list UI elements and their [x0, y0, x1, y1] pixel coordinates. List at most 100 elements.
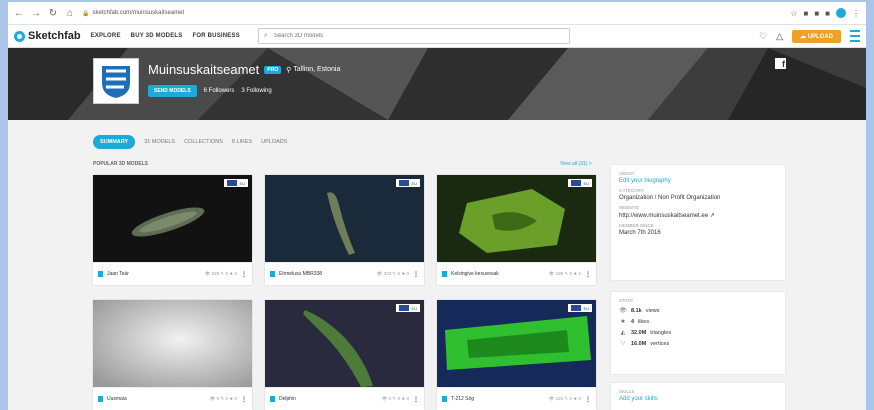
header-actions: ♡ △ ☁ UPLOAD: [759, 29, 860, 43]
model-name[interactable]: Kelsingive kesuvesak: [451, 271, 545, 277]
profile-tabs: SUMMARY 31 MODELS COLLECTIONS 8 LIKES UP…: [93, 135, 287, 149]
member-since-value: March 7th 2016: [619, 230, 661, 236]
tab-models[interactable]: 31 MODELS: [144, 139, 175, 145]
model-card[interactable]: Uusmaia 👁 0 ✎ 0 ★ 0 ⋮: [93, 300, 252, 410]
following-link[interactable]: 3 Following: [241, 88, 271, 94]
model-name[interactable]: Uusmaia: [107, 396, 206, 402]
website-value[interactable]: http://www.muinsuskaitseamet.ee ↗: [619, 212, 777, 219]
vertex-icon: ∵: [621, 341, 625, 347]
upload-button[interactable]: ☁ UPLOAD: [791, 29, 841, 43]
model-card[interactable]: EU Ehmelusu MBR338 👁 323 ✎ 0 ★ 0 ⋮: [265, 175, 424, 285]
eu-logo: EU: [568, 304, 592, 312]
star-icon: ★: [620, 319, 626, 325]
edit-biography-link[interactable]: Edit your biography: [619, 178, 777, 184]
card-footer: Delphin 👁 0 ✎ 0 ★ 0 ⋮: [265, 387, 424, 410]
stats-panel: STATS 👁 8.1k views ★ 4 likes ◭ 32.0M triangles…: [611, 292, 785, 374]
bell-icon[interactable]: △: [776, 31, 783, 42]
follow-button[interactable]: SEND MODELS: [148, 85, 197, 97]
sketchfab-logo[interactable]: Sketchfab: [14, 30, 81, 42]
search-icon: ⌕: [263, 32, 268, 39]
more-icon[interactable]: ⋮: [852, 9, 860, 18]
external-link-icon: ↗: [709, 213, 715, 219]
model-icon: [442, 396, 447, 402]
card-footer: T-212 Sög 👁 122 ✎ 0 ★ 0 ⋮: [437, 387, 596, 410]
stat-views: 👁 8.1k views: [619, 307, 660, 315]
back-icon[interactable]: ←: [14, 8, 24, 19]
view-all-link[interactable]: View all (31) >: [560, 161, 592, 167]
browser-window: ← → ↻ ⌂ 🔒 sketchfab.com/muinsuskaitseame…: [8, 2, 866, 410]
extension-icon[interactable]: ■: [814, 9, 819, 18]
tab-likes[interactable]: 8 LIKES: [232, 139, 252, 145]
more-options-icon[interactable]: ⋮: [241, 396, 247, 403]
profile-name: Muinsuskaitseamet: [148, 62, 260, 77]
model-icon: [98, 271, 103, 277]
model-thumbnail[interactable]: EU: [265, 300, 424, 387]
model-name[interactable]: Jaan Teär: [107, 271, 201, 277]
model-stats: 👁 199 ✎ 0 ★ 1: [548, 271, 581, 276]
extension-icon[interactable]: ■: [825, 9, 830, 18]
more-options-icon[interactable]: ⋮: [585, 271, 591, 278]
model-card[interactable]: EU Jaan Teär 👁 528 ✎ 0 ★ 2 ⋮: [93, 175, 252, 285]
pro-badge: PRO: [264, 65, 282, 74]
search-input[interactable]: [271, 32, 536, 40]
model-card[interactable]: EU T-212 Sög 👁 122 ✎ 0 ★ 0 ⋮: [437, 300, 596, 410]
model-thumbnail[interactable]: EU: [437, 175, 596, 262]
model-thumbnail[interactable]: EU: [93, 175, 252, 262]
tab-summary[interactable]: SUMMARY: [93, 135, 136, 149]
skills-heading: SKILLS: [619, 389, 635, 394]
browser-extensions: ☆ ■ ■ ■ ⋮: [790, 8, 860, 18]
more-options-icon[interactable]: ⋮: [585, 396, 591, 403]
eu-logo: EU: [568, 179, 592, 187]
hamburger-menu-icon[interactable]: [850, 30, 860, 42]
nav-for-business[interactable]: FOR BUSINESS: [193, 33, 240, 39]
category-value: Organization / Non Profit Organization: [619, 195, 721, 201]
profile-banner: Muinsuskaitseamet PRO ⚲ Tallinn, Estonia …: [8, 48, 866, 120]
followers-link[interactable]: 6 Followers: [204, 88, 235, 94]
model-icon: [98, 396, 103, 402]
model-icon: [442, 271, 447, 277]
organization-logo: [93, 58, 139, 104]
model-card[interactable]: EU Kelsingive kesuvesak 👁 199 ✎ 0 ★ 1 ⋮: [437, 175, 596, 285]
model-thumbnail[interactable]: [93, 300, 252, 387]
model-name[interactable]: Delphin: [279, 396, 378, 402]
stat-vertices: ∵ 16.0M vertices: [619, 340, 777, 348]
profile-title: Muinsuskaitseamet PRO ⚲ Tallinn, Estonia: [148, 62, 340, 77]
model-thumbnail[interactable]: EU: [437, 300, 596, 387]
tab-collections[interactable]: COLLECTIONS: [184, 139, 223, 145]
lock-icon: 🔒: [82, 10, 90, 17]
address-bar[interactable]: 🔒 sketchfab.com/muinsuskaitseamet: [82, 10, 783, 17]
about-heading: ABOUT: [619, 171, 635, 176]
nav-explore[interactable]: EXPLORE: [91, 33, 121, 39]
home-icon[interactable]: ⌂: [65, 8, 75, 19]
follow-row: SEND MODELS 6 Followers 3 Following: [148, 85, 272, 97]
section-title: POPULAR 3D MODELS: [93, 161, 149, 167]
about-panel: ABOUT Edit your biography CATEGORY Organ…: [611, 165, 785, 280]
logo-icon: [14, 30, 25, 42]
notifications-icon[interactable]: ♡: [759, 31, 767, 42]
model-name[interactable]: Ehmelusu MBR338: [279, 271, 373, 277]
facebook-icon[interactable]: f: [775, 58, 786, 69]
profile-location: ⚲ Tallinn, Estonia: [286, 66, 341, 74]
extension-icon[interactable]: ■: [803, 9, 808, 18]
reload-icon[interactable]: ↻: [48, 8, 58, 19]
stat-likes: ★ 4 likes: [620, 318, 650, 326]
more-options-icon[interactable]: ⋮: [413, 271, 419, 278]
eu-logo: EU: [396, 179, 420, 187]
triangle-icon: ◭: [620, 330, 626, 336]
model-card[interactable]: EU Delphin 👁 0 ✎ 0 ★ 0 ⋮: [265, 300, 424, 410]
profile-content: SUMMARY 31 MODELS COLLECTIONS 8 LIKES UP…: [8, 125, 866, 410]
forward-icon[interactable]: →: [31, 8, 41, 19]
more-options-icon[interactable]: ⋮: [413, 396, 419, 403]
nav-buy-3d-models[interactable]: BUY 3D MODELS: [131, 33, 183, 39]
tab-uploads[interactable]: UPLOADS: [261, 139, 287, 145]
more-options-icon[interactable]: ⋮: [241, 271, 247, 278]
model-stats: 👁 122 ✎ 0 ★ 0: [548, 396, 581, 401]
profile-avatar[interactable]: [836, 8, 846, 18]
model-name[interactable]: T-212 Sög: [451, 396, 545, 402]
card-footer: Uusmaia 👁 0 ✎ 0 ★ 0 ⋮: [93, 387, 252, 410]
model-thumbnail[interactable]: EU: [265, 175, 424, 262]
star-icon[interactable]: ☆: [790, 9, 797, 18]
model-stats: 👁 323 ✎ 0 ★ 0: [376, 271, 409, 276]
add-skills-link[interactable]: Add your skills: [619, 396, 777, 402]
card-footer: Kelsingive kesuvesak 👁 199 ✎ 0 ★ 1 ⋮: [437, 262, 596, 285]
